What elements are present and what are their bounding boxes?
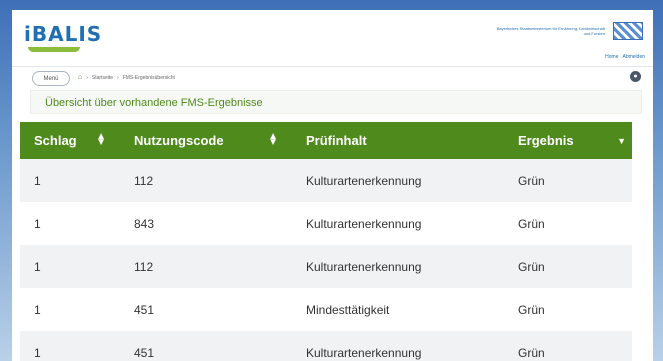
cell-ergebnis: Grün xyxy=(518,345,545,360)
logout-link[interactable]: Abmelden xyxy=(622,54,645,60)
bavaria-crest-icon xyxy=(613,22,643,40)
cell-schlag: 1 xyxy=(34,302,41,317)
column-header-pruefinhalt[interactable]: Prüfinhalt xyxy=(292,122,504,159)
cell-pruefinhalt: Kulturartenerkennung xyxy=(306,173,422,188)
cell-schlag: 1 xyxy=(34,216,41,231)
menu-button[interactable]: Menü xyxy=(32,71,70,86)
breadcrumb: ⌂ › Startseite › FMS-Ergebnisübersicht xyxy=(78,74,175,81)
table-row[interactable]: 1 843 Kulturartenerkennung Grün xyxy=(20,202,632,245)
breadcrumb-separator: › xyxy=(86,74,88,81)
header-divider xyxy=(12,66,653,67)
cell-ergebnis: Grün xyxy=(518,173,545,188)
table-row[interactable]: 1 451 Kulturartenerkennung Grün xyxy=(20,331,632,361)
column-label: Ergebnis xyxy=(518,133,574,148)
cell-schlag: 1 xyxy=(34,259,41,274)
cell-nutzungscode: 112 xyxy=(134,259,154,274)
column-label: Nutzungscode xyxy=(134,133,224,148)
logo-swoosh xyxy=(28,47,80,52)
cell-pruefinhalt: Kulturartenerkennung xyxy=(306,259,422,274)
sort-icon[interactable]: ▲ ▼ xyxy=(96,132,106,148)
title-panel: Übersicht über vorhandene FMS-Ergebnisse xyxy=(30,90,642,114)
breadcrumb-separator: › xyxy=(117,74,119,81)
ministry-name: Bayerisches Staatsministerium für Ernähr… xyxy=(496,26,605,36)
breadcrumb-current: FMS-Ergebnisübersicht xyxy=(122,74,175,81)
dropdown-icon[interactable]: ▼ xyxy=(617,136,626,146)
column-header-ergebnis[interactable]: Ergebnis ▼ xyxy=(504,122,632,159)
cell-pruefinhalt: Mindesttätigkeit xyxy=(306,302,390,317)
table-row[interactable]: 1 451 Mindesttätigkeit Grün xyxy=(20,288,632,331)
table-row[interactable]: 1 112 Kulturartenerkennung Grün xyxy=(20,245,632,288)
results-table: Schlag ▲ ▼ Nutzungscode ▲ ▼ Prüfinhalt Erg… xyxy=(20,122,632,361)
column-header-nutzungscode[interactable]: Nutzungscode ▲ ▼ xyxy=(120,122,292,159)
cell-schlag: 1 xyxy=(34,345,41,360)
column-label: Prüfinhalt xyxy=(306,133,367,148)
table-row[interactable]: 1 112 Kulturartenerkennung Grün xyxy=(20,159,632,202)
cell-pruefinhalt: Kulturartenerkennung xyxy=(306,216,422,231)
cell-ergebnis: Grün xyxy=(518,216,545,231)
cell-nutzungscode: 451 xyxy=(134,345,155,360)
breadcrumb-startseite[interactable]: Startseite xyxy=(92,75,113,81)
column-label: Schlag xyxy=(34,133,77,148)
cell-pruefinhalt: Kulturartenerkennung xyxy=(306,345,422,360)
cell-nutzungscode: 843 xyxy=(134,216,155,231)
cell-ergebnis: Grün xyxy=(518,259,545,274)
sort-icon[interactable]: ▲ ▼ xyxy=(268,132,278,148)
home-icon[interactable]: ⌂ xyxy=(78,74,82,81)
page-title: Übersicht über vorhandene FMS-Ergebnisse xyxy=(45,97,263,109)
ibalis-logo[interactable]: iBALIS xyxy=(24,22,102,46)
table-header-row: Schlag ▲ ▼ Nutzungscode ▲ ▼ Prüfinhalt Erg… xyxy=(20,122,632,159)
cell-schlag: 1 xyxy=(34,173,41,188)
cell-ergebnis: Grün xyxy=(518,302,545,317)
cell-nutzungscode: 112 xyxy=(134,173,154,188)
column-header-schlag[interactable]: Schlag ▲ ▼ xyxy=(20,122,120,159)
user-icon[interactable]: ● xyxy=(630,71,641,82)
top-links: Home Abmelden xyxy=(605,54,645,60)
home-link[interactable]: Home xyxy=(605,54,618,60)
cell-nutzungscode: 451 xyxy=(134,302,155,317)
